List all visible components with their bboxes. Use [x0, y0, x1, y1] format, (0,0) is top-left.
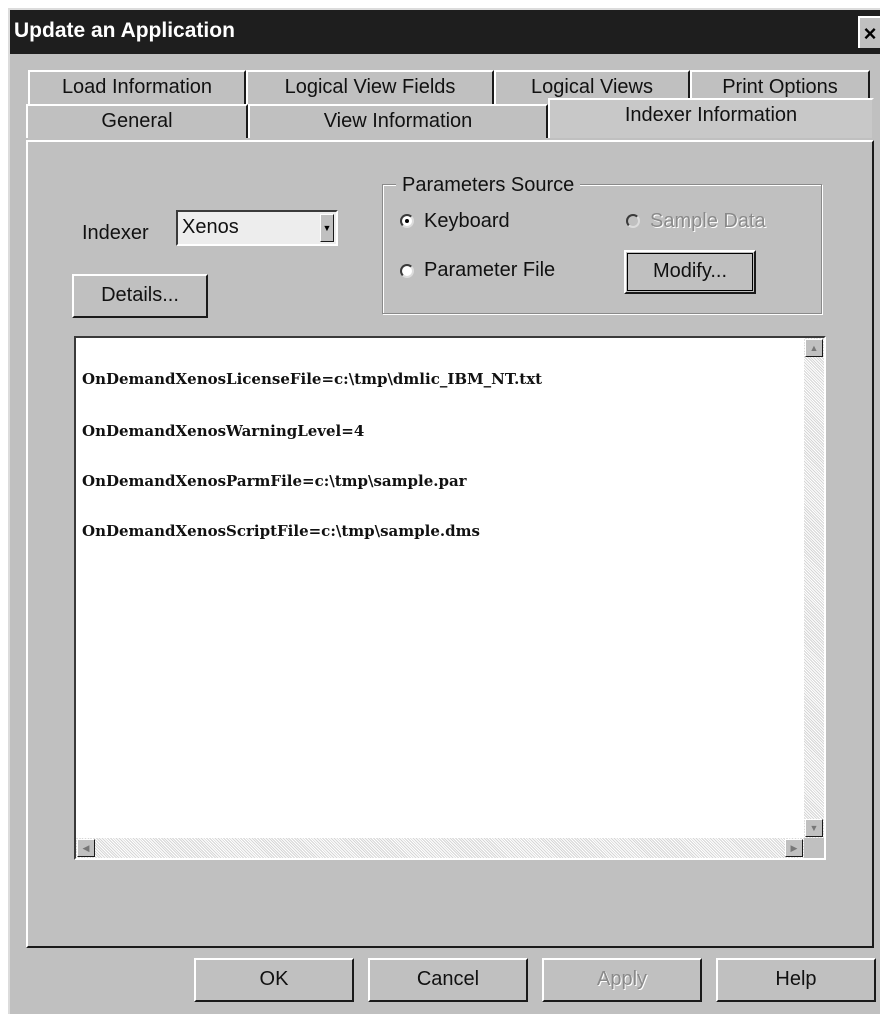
- scroll-right-icon[interactable]: ▶: [785, 839, 803, 857]
- parameter-file-label: Parameter File: [424, 259, 556, 281]
- tab-load-information[interactable]: Load Information: [28, 70, 246, 104]
- editor-line: OnDemandXenosWarningLevel=4: [82, 422, 365, 440]
- scroll-down-icon[interactable]: ▼: [805, 819, 823, 837]
- scroll-left-icon[interactable]: ◀: [77, 839, 95, 857]
- scroll-up-icon[interactable]: ▲: [805, 339, 823, 357]
- help-button[interactable]: Help: [716, 958, 876, 1002]
- ok-button[interactable]: OK: [194, 958, 354, 1002]
- indexer-select-value: Xenos: [182, 216, 239, 238]
- modify-button[interactable]: Modify...: [624, 250, 756, 294]
- apply-button[interactable]: Apply: [542, 958, 702, 1002]
- editor-line: OnDemandXenosLicenseFile=c:\tmp\dmlic_IB…: [82, 370, 543, 388]
- editor-line: OnDemandXenosScriptFile=c:\tmp\sample.dm…: [82, 522, 480, 540]
- parameters-source-group: [382, 184, 822, 314]
- parameters-source-title: Parameters Source: [396, 174, 581, 197]
- scrollbar-corner: [804, 838, 824, 858]
- title-bar[interactable]: Update an Application ×: [10, 10, 880, 54]
- sample-data-label: Sample Data: [650, 210, 766, 232]
- close-button[interactable]: ×: [858, 16, 880, 48]
- chevron-down-icon[interactable]: ▼: [320, 214, 334, 242]
- details-button[interactable]: Details...: [72, 274, 208, 318]
- sample-data-radio[interactable]: [626, 214, 640, 228]
- update-application-dialog: Update an Application × Load Information…: [8, 8, 880, 1014]
- indexer-label: Indexer: [82, 222, 149, 244]
- parameter-file-radio[interactable]: [400, 264, 414, 278]
- horizontal-scrollbar[interactable]: ◀ ▶: [76, 838, 804, 858]
- tab-view-information[interactable]: View Information: [248, 104, 548, 138]
- keyboard-radio[interactable]: [400, 214, 414, 228]
- tab-logical-view-fields[interactable]: Logical View Fields: [246, 70, 494, 104]
- keyboard-label: Keyboard: [424, 210, 510, 232]
- parameters-editor[interactable]: OnDemandXenosLicenseFile=c:\tmp\dmlic_IB…: [74, 336, 826, 860]
- tab-indexer-information[interactable]: Indexer Information: [548, 98, 874, 138]
- cancel-button[interactable]: Cancel: [368, 958, 528, 1002]
- tab-general[interactable]: General: [26, 104, 248, 138]
- indexer-select[interactable]: Xenos ▼: [176, 210, 338, 246]
- window-title: Update an Application: [14, 19, 235, 42]
- editor-line: OnDemandXenosParmFile=c:\tmp\sample.par: [82, 472, 467, 490]
- vertical-scrollbar[interactable]: ▲ ▼: [804, 338, 824, 838]
